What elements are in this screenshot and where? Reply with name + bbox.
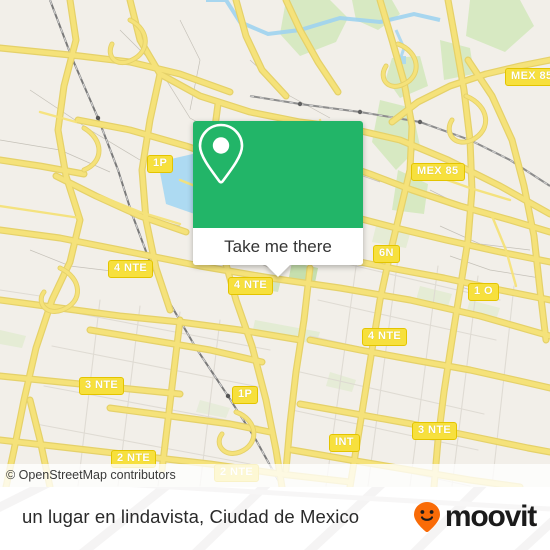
callout-pointer: [265, 264, 291, 277]
callout-header: [193, 121, 363, 228]
page-title: un lugar en lindavista, Ciudad de Mexico: [22, 506, 360, 527]
take-me-there-button[interactable]: Take me there: [193, 228, 363, 265]
take-me-there-label: Take me there: [224, 236, 332, 256]
road-shield: 4 NTE: [108, 260, 154, 278]
attribution-text: © OpenStreetMap contributors: [6, 468, 176, 482]
road-shield: 3 NTE: [412, 422, 458, 440]
road-shield: 1 O: [468, 283, 499, 301]
moovit-map-screenshot: .rdM{stroke:#f5e27a;stroke-linecap:round…: [0, 0, 550, 550]
road-shield: MEX 85: [505, 68, 550, 86]
road-shield: 4 NTE: [362, 328, 408, 346]
road-shield: MEX 85: [411, 163, 465, 181]
road-shield: 4 NTE: [228, 277, 274, 295]
map-attribution[interactable]: © OpenStreetMap contributors: [0, 464, 550, 487]
road-shield: 1P: [232, 386, 259, 404]
road-shield: 1P: [147, 155, 174, 173]
moovit-wordmark: moovit: [444, 500, 537, 533]
map-canvas[interactable]: .rdM{stroke:#f5e27a;stroke-linecap:round…: [0, 0, 550, 487]
map-pin-icon: [198, 123, 244, 184]
moovit-logo[interactable]: moovit: [412, 500, 537, 533]
moovit-smiley-pin-icon: [413, 502, 440, 533]
road-shield: 6N: [373, 245, 400, 263]
road-shield: 3 NTE: [79, 377, 125, 395]
footer-bar: un lugar en lindavista, Ciudad de Mexico…: [0, 487, 550, 550]
road-shield: INT: [329, 434, 360, 452]
location-callout[interactable]: Take me there: [193, 121, 363, 277]
